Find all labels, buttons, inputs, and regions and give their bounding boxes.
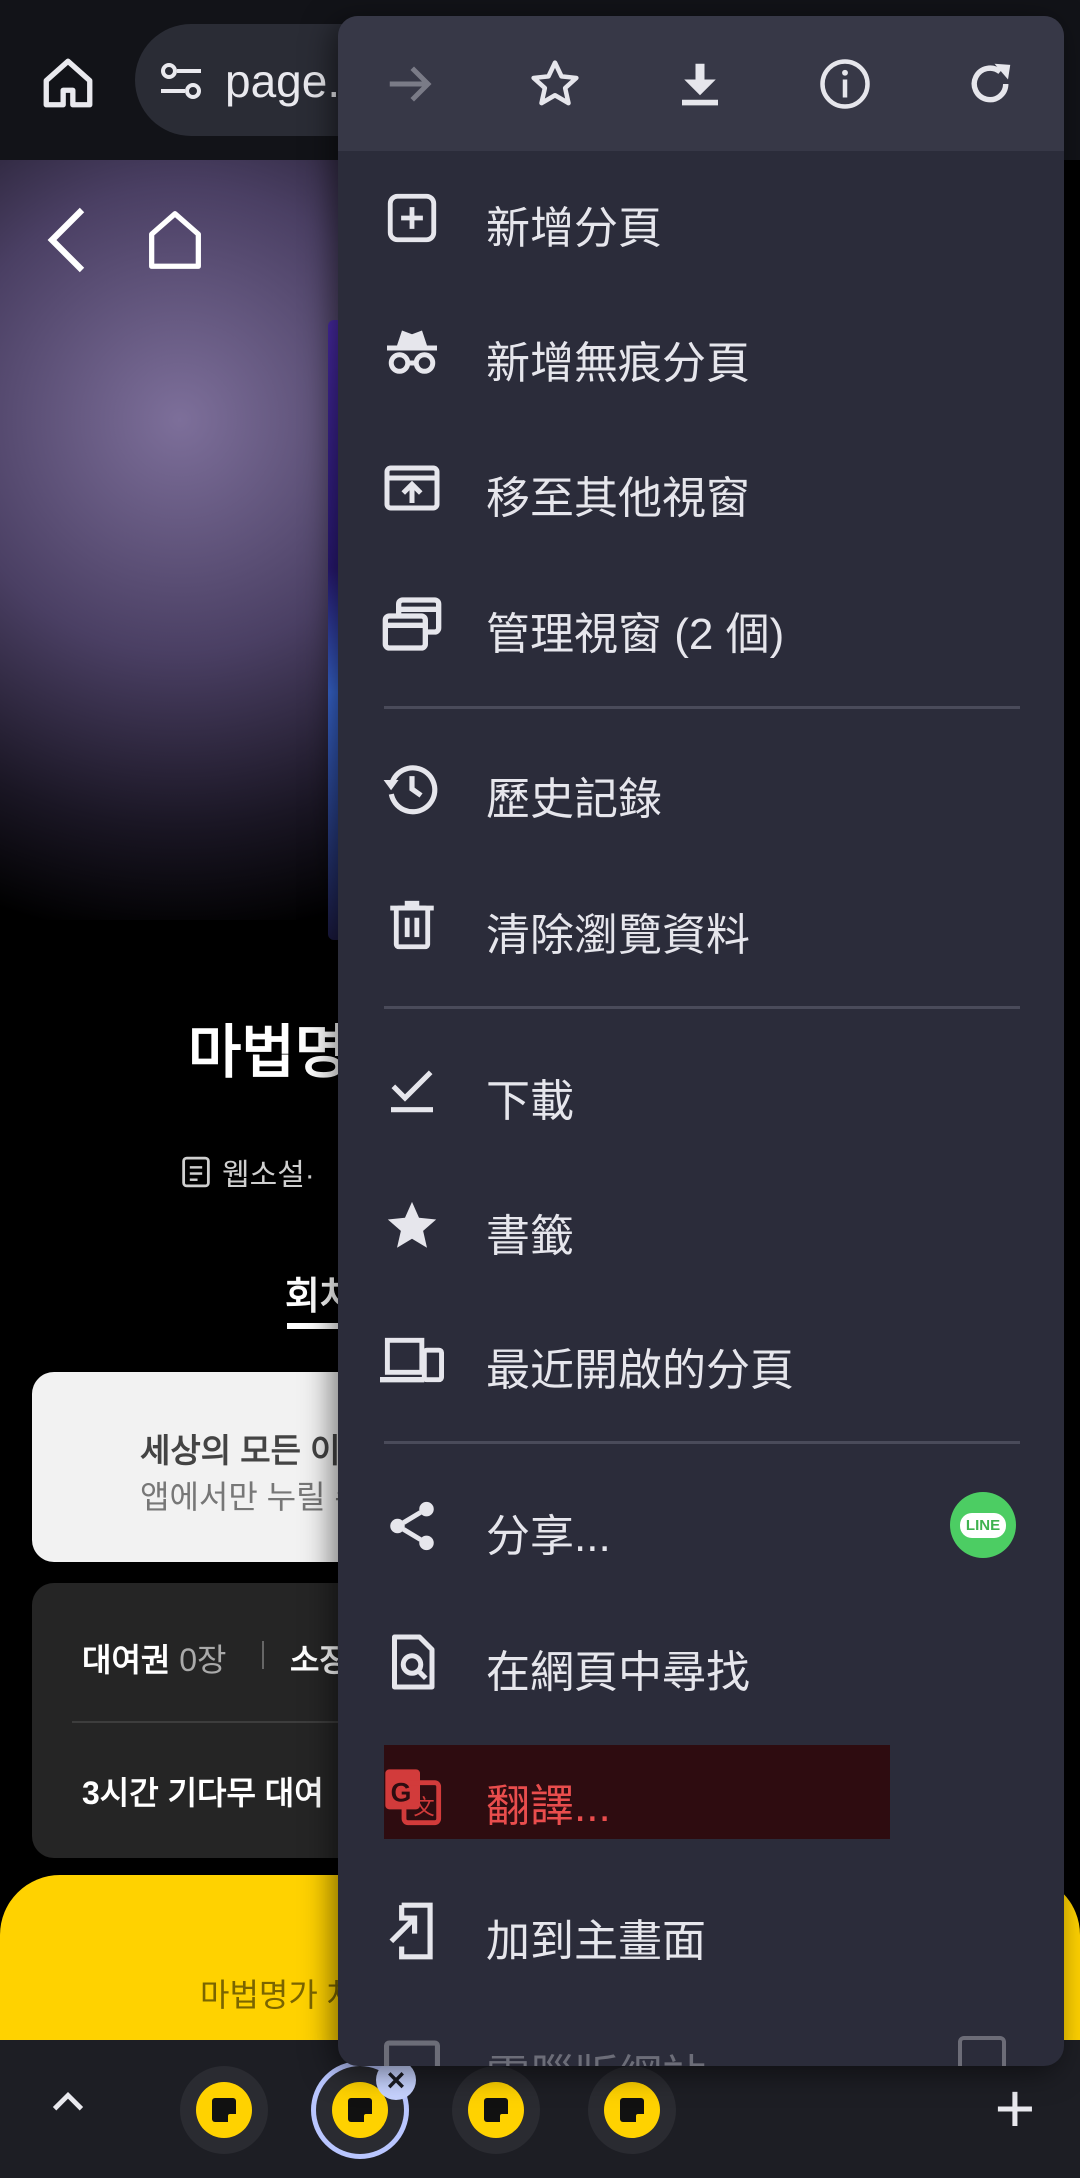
menu-item-translate[interactable]: G文 翻譯... bbox=[338, 1736, 1064, 1856]
line-badge-text: LINE bbox=[959, 1512, 1007, 1538]
url-text: page. bbox=[225, 55, 341, 107]
menu-divider bbox=[384, 1441, 1020, 1444]
menu-item-history[interactable]: 歷史記錄 bbox=[338, 729, 1064, 849]
tab-thumbnail[interactable] bbox=[588, 2066, 676, 2154]
site-favicon-icon bbox=[604, 2082, 660, 2138]
manage-windows-icon bbox=[380, 592, 444, 656]
menu-item-clear-data[interactable]: 清除瀏覽資料 bbox=[338, 865, 1064, 985]
bookmark-star-icon[interactable] bbox=[525, 54, 585, 114]
menu-label: 分享... bbox=[486, 1512, 611, 1561]
menu-label: 在網頁中尋找 bbox=[486, 1648, 750, 1697]
menu-label: 歷史記錄 bbox=[486, 775, 662, 824]
menu-item-find-in-page[interactable]: 在網頁中尋找 bbox=[338, 1602, 1064, 1722]
menu-item-manage-windows[interactable]: 管理視窗 (2 個) bbox=[338, 564, 1064, 684]
menu-item-recent-tabs[interactable]: 最近開啟的分頁 bbox=[338, 1300, 1064, 1420]
menu-item-new-tab[interactable]: 新增分頁 bbox=[338, 158, 1064, 278]
menu-label: 管理視窗 (2 個) bbox=[486, 610, 785, 659]
menu-item-incognito[interactable]: 新增無痕分頁 bbox=[338, 293, 1064, 413]
back-arrow-icon[interactable] bbox=[42, 205, 92, 275]
menu-label: 書籤 bbox=[486, 1212, 574, 1261]
meta-text: 웹소설· bbox=[222, 1159, 315, 1192]
share-icon bbox=[380, 1494, 444, 1558]
move-window-icon bbox=[380, 456, 444, 520]
menu-label: 移至其他視窗 bbox=[486, 474, 750, 523]
menu-label: 電腦版網站 bbox=[486, 2040, 706, 2066]
tab-thumbnail[interactable] bbox=[180, 2066, 268, 2154]
devices-icon bbox=[380, 1328, 444, 1392]
page-title: 마법명 bbox=[188, 1020, 349, 1085]
page-home-icon[interactable] bbox=[140, 205, 210, 275]
menu-divider bbox=[384, 1006, 1020, 1009]
chevron-up-icon[interactable] bbox=[45, 2080, 91, 2126]
svg-text:文: 文 bbox=[413, 1796, 434, 1821]
info-icon[interactable] bbox=[815, 54, 875, 114]
incognito-icon bbox=[380, 321, 444, 385]
overflow-menu: 新增分頁 新增無痕分頁 移至其他視窗 管理視窗 (2 個) 歷史記錄 清除瀏覽資… bbox=[338, 16, 1064, 2066]
wait-rent-label[interactable]: 3시간 기다무 대여 bbox=[82, 1768, 324, 1814]
site-favicon-icon bbox=[196, 2082, 252, 2138]
notice-title: 세상의 모든 이 bbox=[140, 1432, 341, 1469]
menu-item-move-window[interactable]: 移至其他視窗 bbox=[338, 428, 1064, 548]
downloads-icon bbox=[380, 1059, 444, 1123]
star-icon bbox=[380, 1194, 444, 1258]
new-tab-button[interactable]: + bbox=[985, 2068, 1045, 2148]
refresh-icon[interactable] bbox=[960, 54, 1020, 114]
menu-item-add-to-home[interactable]: 加到主畫面 bbox=[338, 1871, 1064, 1991]
translate-icon: G文 bbox=[380, 1764, 444, 1828]
menu-label: 清除瀏覽資料 bbox=[486, 911, 750, 960]
line-app-icon[interactable]: LINE bbox=[950, 1492, 1016, 1558]
menu-label: 翻譯... bbox=[486, 1782, 611, 1831]
notice-subtitle: 앱에서만 누릴 수 bbox=[140, 1479, 364, 1515]
download-icon[interactable] bbox=[670, 54, 730, 114]
menu-item-share[interactable]: 分享... LINE bbox=[338, 1466, 1064, 1586]
separator bbox=[262, 1641, 264, 1669]
menu-label: 加到主畫面 bbox=[486, 1917, 706, 1966]
menu-label: 下載 bbox=[486, 1077, 574, 1126]
rent-label: 대여권 bbox=[82, 1642, 171, 1678]
desktop-site-icon bbox=[380, 2034, 444, 2066]
meta-row: 웹소설· bbox=[180, 1150, 315, 1194]
rent-ticket: 대여권 0장 bbox=[82, 1635, 226, 1681]
menu-label: 最近開啟的分頁 bbox=[486, 1346, 794, 1395]
menu-item-downloads[interactable]: 下載 bbox=[338, 1031, 1064, 1151]
tab-thumbnail[interactable] bbox=[452, 2066, 540, 2154]
menu-action-row bbox=[338, 16, 1064, 151]
forward-icon[interactable] bbox=[380, 54, 440, 114]
new-tab-icon bbox=[380, 186, 444, 250]
history-icon bbox=[380, 757, 444, 821]
rent-count: 0장 bbox=[179, 1642, 227, 1678]
home-icon[interactable] bbox=[30, 45, 105, 120]
menu-item-bookmarks[interactable]: 書籤 bbox=[338, 1166, 1064, 1286]
svg-text:G: G bbox=[391, 1777, 412, 1807]
site-settings-icon[interactable] bbox=[157, 60, 205, 102]
menu-label: 新增分頁 bbox=[486, 204, 662, 253]
document-icon bbox=[182, 1156, 210, 1188]
desktop-site-checkbox[interactable] bbox=[958, 2036, 1006, 2066]
action-panel-text: 마법명가 차 bbox=[200, 1977, 357, 2013]
close-tab-icon[interactable]: × bbox=[376, 2060, 416, 2100]
add-to-home-icon bbox=[380, 1899, 444, 1963]
trash-icon bbox=[380, 893, 444, 957]
find-in-page-icon bbox=[380, 1630, 444, 1694]
menu-label: 新增無痕分頁 bbox=[486, 339, 750, 388]
menu-divider bbox=[384, 706, 1020, 709]
site-favicon-icon bbox=[468, 2082, 524, 2138]
menu-item-desktop-site[interactable]: 電腦版網站 bbox=[338, 2006, 1064, 2066]
